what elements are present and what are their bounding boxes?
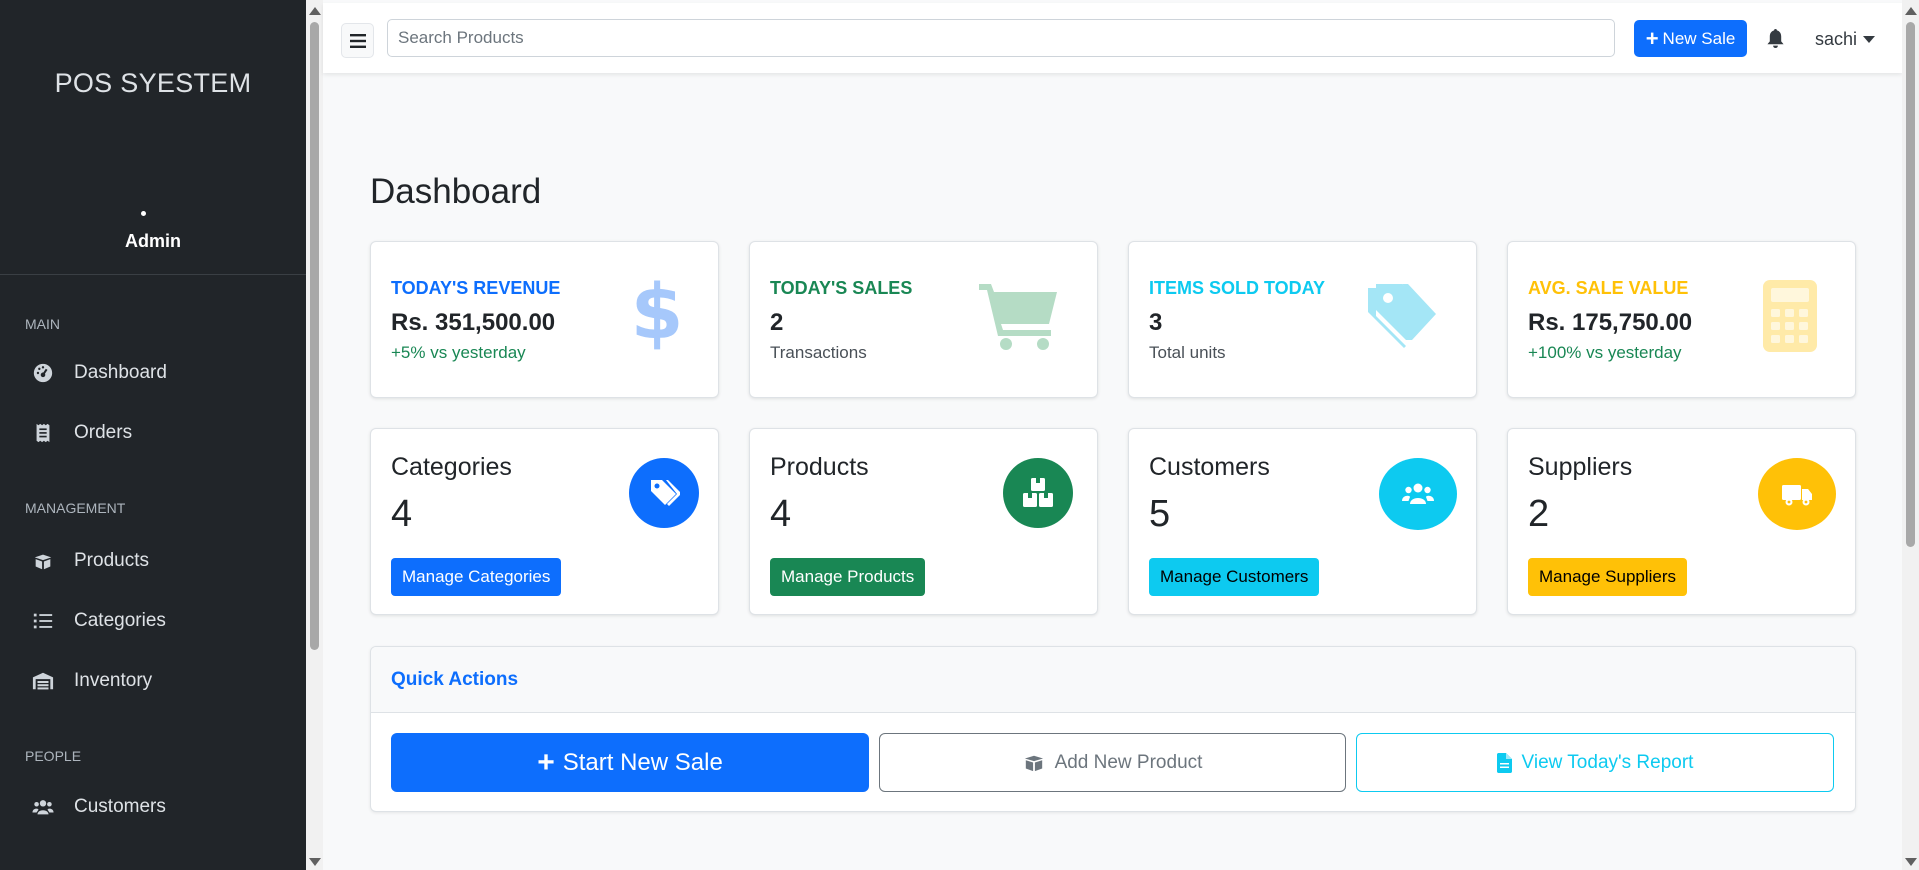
stat-value: Rs. 351,500.00 (391, 309, 556, 336)
page-scrollbar[interactable] (1902, 0, 1919, 870)
topbar: + New Sale sachi (323, 3, 1902, 73)
sidebar-item-categories[interactable]: Categories (0, 591, 306, 651)
dollar-icon: $ (631, 267, 684, 356)
start-new-sale-label: Start New Sale (562, 748, 723, 776)
scrollbar-thumb[interactable] (310, 22, 319, 650)
scroll-up-arrow-icon[interactable] (309, 7, 321, 15)
tags-icon (629, 458, 699, 528)
boxes-icon (1003, 458, 1073, 528)
sidebar-item-orders[interactable]: Orders (0, 403, 306, 463)
card-title: Suppliers (1528, 453, 1633, 481)
card-count: 4 (391, 493, 413, 535)
user-avatar (141, 211, 146, 216)
card-title: Customers (1149, 453, 1270, 481)
nav-heading-people: PEOPLE (25, 748, 82, 764)
box-open-icon (32, 550, 54, 572)
hamburger-icon (349, 33, 366, 48)
sidebar-scrollbar[interactable] (306, 0, 323, 870)
manage-card-products: Products 4 Manage Products (749, 428, 1098, 615)
stat-label: TODAY'S SALES (770, 278, 913, 298)
sidebar-item-label: Products (74, 550, 149, 571)
sidebar-item-label: Orders (74, 422, 133, 443)
gauge-icon (32, 362, 54, 384)
manage-categories-button[interactable]: Manage Categories (391, 558, 562, 596)
view-todays-report-button[interactable]: View Today's Report (1356, 733, 1834, 792)
nav-heading-management: MANAGEMENT (25, 500, 126, 516)
receipt-icon (32, 422, 54, 444)
stat-subtext: +5% vs yesterday (391, 343, 526, 362)
sidebar-item-products[interactable]: Products (0, 531, 306, 591)
manage-card-customers: Customers 5 Manage Customers (1128, 428, 1477, 615)
file-icon (1496, 752, 1512, 773)
stat-subtext: +100% vs yesterday (1528, 343, 1682, 362)
view-todays-report-label: View Today's Report (1521, 751, 1694, 773)
sidebar-item-label: Customers (74, 796, 166, 817)
manage-card-categories: Categories 4 Manage Categories (370, 428, 719, 615)
stat-value: 3 (1149, 309, 1163, 336)
plus-icon: + (1645, 25, 1659, 51)
scrollbar-thumb[interactable] (1906, 22, 1915, 547)
card-count: 2 (1528, 493, 1550, 535)
sidebar-item-label: Dashboard (74, 362, 167, 383)
sidebar-item-dashboard[interactable]: Dashboard (0, 343, 306, 403)
caret-down-icon (1863, 36, 1876, 43)
nav-heading-main: MAIN (25, 316, 60, 332)
warehouse-icon (32, 670, 54, 692)
scroll-down-arrow-icon[interactable] (309, 858, 321, 866)
sidebar-item-inventory[interactable]: Inventory (0, 651, 306, 711)
new-sale-button[interactable]: + New Sale (1634, 20, 1747, 57)
sidebar-item-label: Categories (74, 610, 166, 631)
scroll-down-arrow-icon[interactable] (1905, 858, 1917, 866)
username: sachi (1815, 29, 1858, 49)
quick-actions-card: Quick Actions + Start New Sale Add New P… (370, 646, 1856, 812)
calculator-icon (1763, 280, 1817, 357)
truck-icon (1758, 458, 1836, 530)
menu-toggle-button[interactable] (341, 23, 374, 58)
manage-products-button[interactable]: Manage Products (770, 558, 926, 596)
users-icon (1379, 458, 1457, 530)
card-count: 5 (1149, 493, 1171, 535)
stat-value: Rs. 175,750.00 (1528, 309, 1693, 336)
stat-subtext: Transactions (770, 343, 867, 362)
stat-label: ITEMS SOLD TODAY (1149, 278, 1326, 298)
card-title: Products (770, 453, 869, 481)
box-open-icon (1024, 755, 1043, 771)
list-icon (32, 610, 54, 632)
manage-card-suppliers: Suppliers 2 Manage Suppliers (1507, 428, 1856, 615)
stat-card-avg-sale: AVG. SALE VALUE Rs. 175,750.00 +100% vs … (1507, 241, 1856, 398)
add-new-product-button[interactable]: Add New Product (879, 733, 1346, 792)
user-role: Admin (125, 231, 181, 251)
stat-label: TODAY'S REVENUE (391, 278, 561, 298)
cart-icon (979, 280, 1059, 357)
sidebar-item-customers[interactable]: Customers (0, 777, 306, 837)
sidebar: POS SYESTEM Admin MAIN Dashboard Orders … (0, 0, 306, 870)
new-sale-label: New Sale (1662, 28, 1736, 48)
search-input[interactable] (387, 19, 1615, 57)
add-new-product-label: Add New Product (1054, 751, 1203, 773)
stat-card-revenue: TODAY'S REVENUE Rs. 351,500.00 +5% vs ye… (370, 241, 719, 398)
tags-icon (1366, 282, 1438, 353)
stat-card-items-sold: ITEMS SOLD TODAY 3 Total units (1128, 241, 1477, 398)
page-title: Dashboard (370, 172, 542, 211)
stat-label: AVG. SALE VALUE (1528, 278, 1689, 298)
stat-value: 2 (770, 309, 784, 336)
card-title: Categories (391, 453, 512, 481)
users-icon (32, 796, 54, 818)
sidebar-item-label: Inventory (74, 670, 153, 691)
svg-text:$: $ (634, 276, 680, 350)
notifications-bell-icon[interactable] (1766, 28, 1786, 50)
quick-actions-title: Quick Actions (371, 647, 1855, 713)
card-count: 4 (770, 493, 792, 535)
manage-customers-button[interactable]: Manage Customers (1149, 558, 1320, 596)
brand-title: POS SYESTEM (54, 68, 252, 98)
start-new-sale-button[interactable]: + Start New Sale (391, 733, 869, 792)
stat-subtext: Total units (1149, 343, 1226, 362)
stat-card-sales: TODAY'S SALES 2 Transactions (749, 241, 1098, 398)
plus-icon: + (537, 745, 555, 779)
sidebar-header: POS SYESTEM Admin (0, 0, 306, 275)
user-dropdown[interactable]: sachi (1815, 29, 1876, 50)
scroll-up-arrow-icon[interactable] (1905, 7, 1917, 15)
manage-suppliers-button[interactable]: Manage Suppliers (1528, 558, 1688, 596)
